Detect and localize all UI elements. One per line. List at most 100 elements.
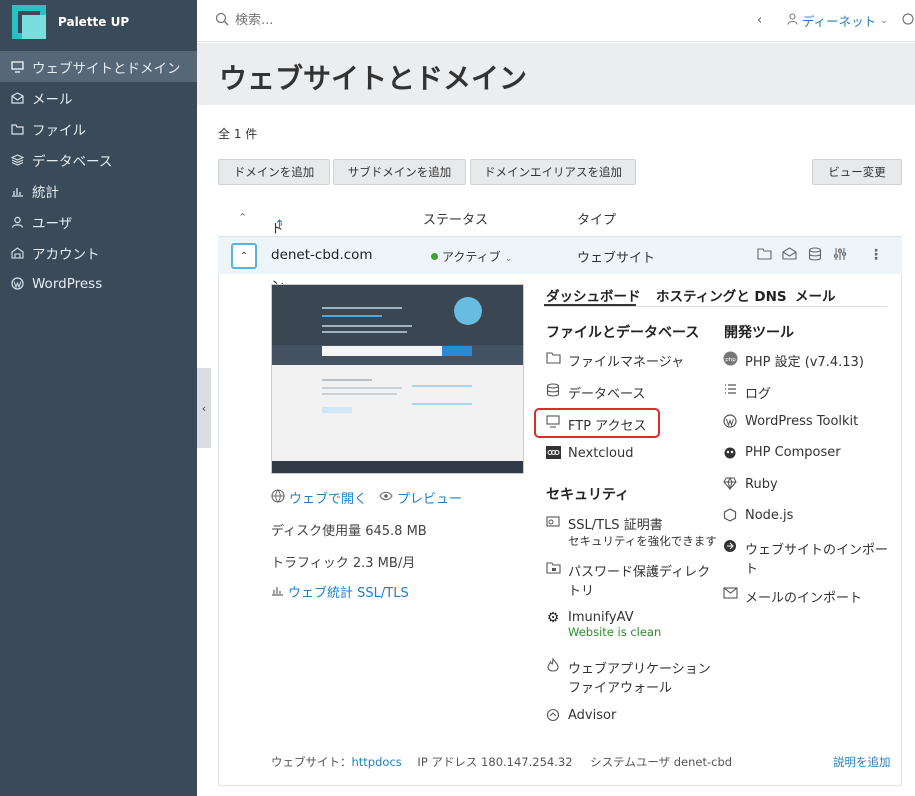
- sidebar: Palette UP ウェブサイトとドメイン メール ファイル データベース 統…: [0, 0, 197, 796]
- web-stats-label: ウェブ統計 SSL/TLS: [288, 586, 409, 601]
- folder-icon: [545, 351, 561, 367]
- sidebar-item-users[interactable]: ユーザ: [0, 206, 197, 237]
- logs-link[interactable]: ログ: [722, 383, 771, 402]
- tool-label: ファイルマネージャ: [568, 355, 685, 370]
- imunifyav-link[interactable]: ⚙ ImunifyAV Website is clean: [545, 610, 662, 639]
- add-domain-button[interactable]: ドメインを追加: [218, 159, 330, 185]
- column-status[interactable]: ステータス: [423, 209, 488, 228]
- file-manager-link[interactable]: ファイルマネージャ: [545, 351, 684, 370]
- tool-label: WordPress Toolkit: [745, 414, 859, 429]
- sidebar-item-wordpress[interactable]: WordPress: [0, 268, 197, 299]
- sidebar-item-label: ファイル: [32, 122, 86, 139]
- list-icon: [722, 383, 738, 398]
- nextcloud-link[interactable]: Nextcloud: [545, 446, 634, 462]
- help-icon[interactable]: [902, 12, 914, 29]
- user-icon: [10, 215, 24, 229]
- tool-label: データベース: [568, 387, 646, 402]
- tool-label: Nextcloud: [568, 446, 634, 461]
- web-app-firewall-link[interactable]: ウェブアプリケーションファイアウォール: [545, 657, 715, 696]
- wordpress-icon: [722, 414, 738, 431]
- mail-icon[interactable]: [782, 247, 797, 264]
- mail-import-icon: [722, 587, 738, 602]
- tool-label: Ruby: [745, 477, 778, 492]
- collapse-all-icon[interactable]: ⌃: [238, 211, 247, 224]
- tool-label: ログ: [745, 387, 772, 402]
- add-description-link[interactable]: 説明を追加: [833, 754, 891, 770]
- databases-link[interactable]: データベース: [545, 383, 645, 402]
- website-docroot-link[interactable]: httpdocs: [352, 755, 402, 769]
- add-domain-alias-button[interactable]: ドメインエイリアスを追加: [470, 159, 636, 185]
- tab-hosting-dns[interactable]: ホスティングと DNS: [656, 285, 787, 305]
- database-icon[interactable]: [808, 247, 822, 265]
- sidebar-item-account[interactable]: アカウント: [0, 237, 197, 268]
- chevron-left-icon[interactable]: ‹: [757, 13, 762, 28]
- nodejs-link[interactable]: Node.js: [722, 508, 793, 525]
- preview-label: プレビュー: [397, 492, 463, 507]
- tool-label: ImunifyAV: [568, 610, 634, 625]
- brand-name: Palette UP: [58, 15, 130, 29]
- status-dropdown[interactable]: アクティブ ⌄: [431, 248, 512, 265]
- add-subdomain-button[interactable]: サブドメインを追加: [333, 159, 466, 185]
- sidebar-item-label: ウェブサイトとドメイン: [32, 60, 181, 77]
- sidebar-collapse-handle[interactable]: ‹: [197, 368, 211, 448]
- sidebar-item-mail[interactable]: メール: [0, 82, 197, 113]
- column-type[interactable]: タイプ: [577, 209, 616, 228]
- sidebar-item-label: WordPress: [32, 275, 103, 292]
- gear-icon: ⚙: [546, 610, 560, 626]
- user-menu[interactable]: ディーネット ⌄: [787, 11, 888, 30]
- tab-dashboard[interactable]: ダッシュボード: [546, 285, 641, 305]
- advisor-link[interactable]: Advisor: [545, 708, 616, 725]
- password-protected-dirs-link[interactable]: パスワード保護ディレクトリ: [545, 561, 715, 599]
- sort-arrow-icon: ↑: [274, 218, 285, 233]
- composer-icon: [722, 445, 738, 462]
- website-thumbnail[interactable]: [271, 284, 524, 474]
- domain-type: ウェブサイト: [577, 251, 656, 266]
- change-view-button[interactable]: ビュー変更: [812, 159, 902, 185]
- open-in-web-link[interactable]: ウェブで開く: [271, 488, 367, 507]
- tab-mail[interactable]: メール: [795, 285, 836, 305]
- tool-label: ウェブアプリケーションファイアウォール: [568, 662, 711, 696]
- sidebar-item-stats[interactable]: 統計: [0, 175, 197, 206]
- status-dot-icon: [431, 253, 438, 260]
- preview-link[interactable]: プレビュー: [379, 488, 462, 507]
- chevron-left-icon: ‹: [201, 401, 207, 415]
- domain-details-panel: ウェブで開く プレビュー ディスク使用量 645.8 MB トラフィック 2.3…: [218, 274, 902, 786]
- wordpress-toolkit-link[interactable]: WordPress Toolkit: [722, 414, 858, 431]
- eye-icon: [379, 490, 393, 505]
- search-input[interactable]: [235, 13, 715, 28]
- section-title-files-db: ファイルとデータベース: [546, 325, 700, 341]
- collapse-row-button[interactable]: ⌃: [231, 243, 257, 269]
- chart-icon: [10, 184, 24, 198]
- php-settings-link[interactable]: php PHP 設定 (v7.4.13): [722, 351, 864, 370]
- web-stats-link[interactable]: ウェブ統計 SSL/TLS: [271, 582, 409, 601]
- sidebar-item-label: アカウント: [32, 246, 100, 263]
- sidebar-item-label: 統計: [32, 184, 59, 201]
- lock-folder-icon: [545, 561, 561, 577]
- settings-sliders-icon[interactable]: [833, 247, 847, 265]
- ssl-certificates-link[interactable]: SSL/TLS 証明書 セキュリティを強化できます: [545, 514, 717, 549]
- sidebar-item-databases[interactable]: データベース: [0, 144, 197, 175]
- mail-icon: [10, 91, 24, 105]
- status-label: アクティブ: [442, 250, 501, 264]
- website-label: ウェブサイト：: [271, 755, 352, 769]
- tool-label: パスワード保護ディレクトリ: [568, 565, 711, 599]
- domain-name[interactable]: denet-cbd.com: [271, 247, 373, 263]
- website-import-link[interactable]: ウェブサイトのインポート: [722, 539, 892, 577]
- more-options-icon[interactable]: ⋮: [869, 247, 883, 263]
- ruby-link[interactable]: Ruby: [722, 476, 778, 493]
- brand[interactable]: Palette UP: [0, 0, 197, 44]
- system-user: システムユーザ denet-cbd: [590, 755, 733, 769]
- chevron-up-icon: ⌃: [239, 250, 249, 262]
- traffic: トラフィック 2.3 MB/月: [271, 556, 416, 571]
- php-icon: php: [722, 351, 738, 369]
- svg-text:php: php: [725, 357, 736, 363]
- folder-icon[interactable]: [757, 247, 772, 264]
- sidebar-item-websites[interactable]: ウェブサイトとドメイン: [0, 51, 197, 82]
- mail-import-link[interactable]: メールのインポート: [722, 587, 862, 606]
- tool-label: PHP 設定 (v7.4.13): [745, 355, 864, 370]
- sidebar-item-files[interactable]: ファイル: [0, 113, 197, 144]
- list-header: ⌃ ドメイン名↑ ステータス タイプ: [218, 200, 902, 313]
- chevron-down-icon: ⌄: [880, 15, 888, 26]
- table-row[interactable]: ⌃ denet-cbd.com アクティブ ⌄ ウェブサイト ⋮: [218, 236, 902, 274]
- php-composer-link[interactable]: PHP Composer: [722, 445, 841, 462]
